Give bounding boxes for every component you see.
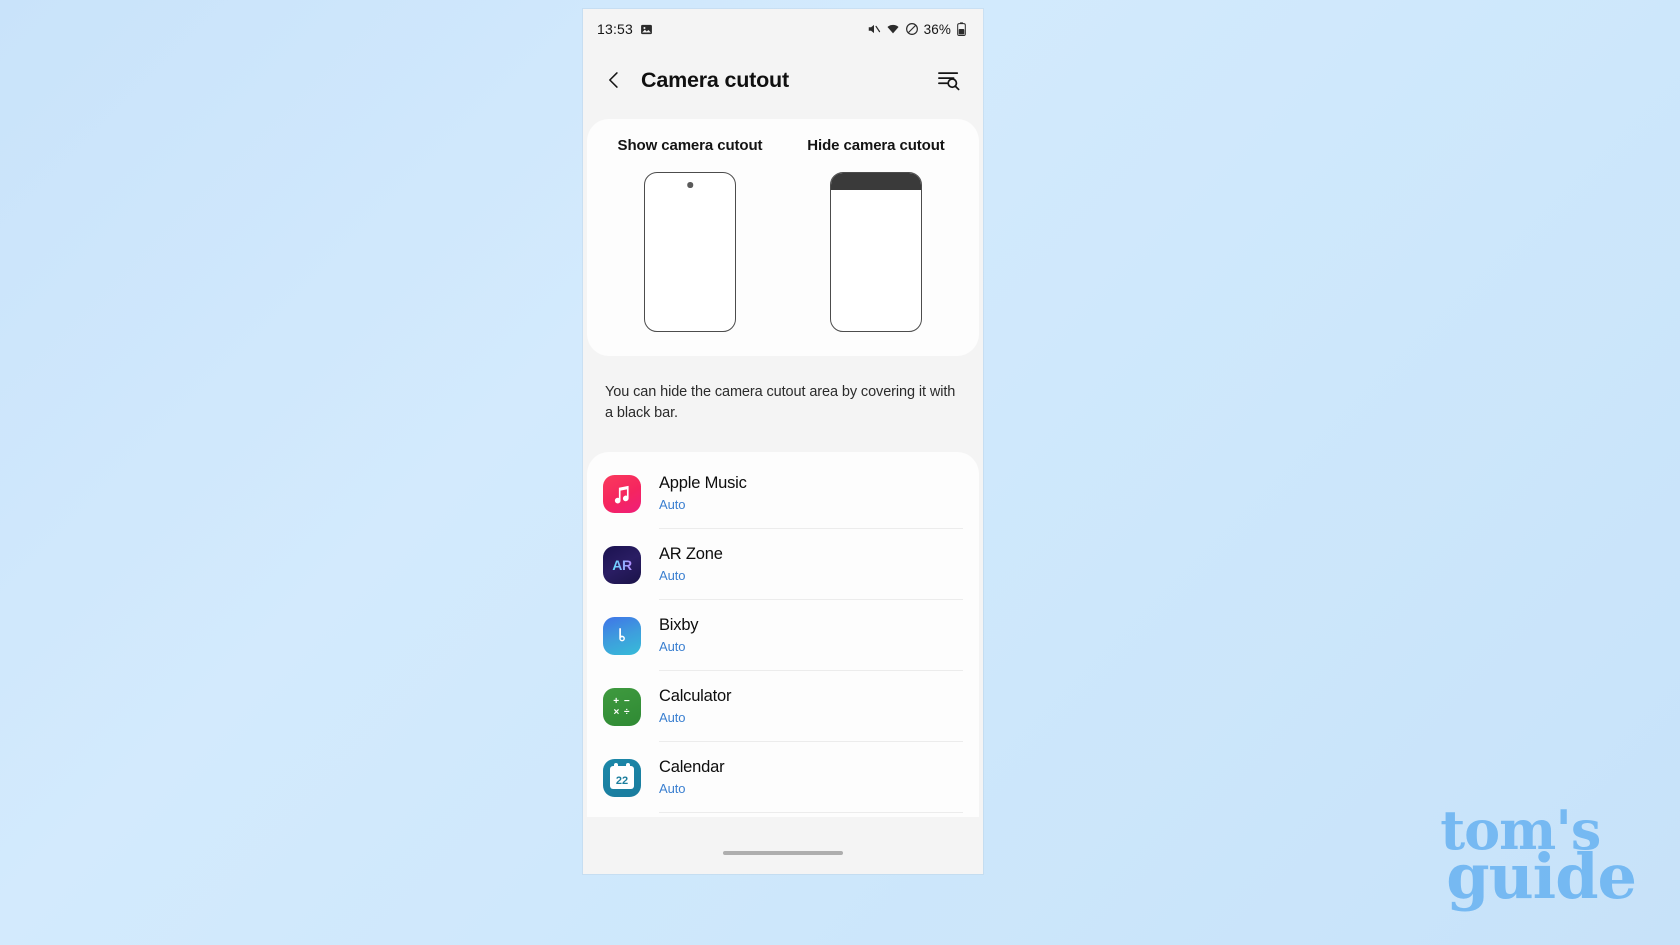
app-name: Calculator: [659, 686, 732, 705]
battery-percent-label: 36%: [923, 21, 951, 37]
app-state: Auto: [659, 639, 686, 655]
status-bar: 13:53 36%: [583, 9, 983, 49]
list-item[interactable]: AR AR Zone Auto: [587, 529, 979, 601]
calendar-icon: 22: [603, 758, 641, 797]
ar-zone-icon: AR: [603, 545, 641, 584]
ar-zone-badge-label: AR: [612, 556, 632, 573]
back-button[interactable]: [597, 63, 631, 97]
app-state: Auto: [659, 497, 686, 513]
status-bar-right: 36%: [867, 22, 967, 37]
speaker-mute-icon: [867, 22, 881, 36]
list-item-text: AR Zone Auto: [659, 529, 963, 601]
calculator-icon: + − × ÷: [603, 687, 641, 726]
camera-cutout-dot-icon: [687, 182, 693, 188]
list-item-text: Bixby Auto: [659, 600, 963, 672]
search-list-icon: [937, 69, 961, 91]
phone-screenshot: 13:53 36% Camera cutout Show camera cuto…: [583, 9, 983, 874]
status-bar-left: 13:53: [597, 21, 653, 37]
calculator-symbols-top: + −: [613, 695, 631, 707]
watermark-line-2: guide: [1446, 840, 1637, 914]
list-item[interactable]: Bixby Auto: [587, 600, 979, 672]
list-item-text: Apple Music Auto: [659, 458, 963, 530]
apple-music-icon: [603, 474, 641, 513]
app-name: AR Zone: [659, 544, 723, 563]
black-bar-overlay: [831, 173, 921, 190]
phone-illustration-hide: [830, 172, 922, 332]
calendar-page: 22: [610, 763, 634, 790]
description-text: You can hide the camera cutout area by c…: [605, 384, 956, 422]
option-hide-label: Hide camera cutout: [807, 137, 945, 154]
list-item-text: Calculator Auto: [659, 671, 963, 743]
list-item[interactable]: + − × ÷ Calculator Auto: [587, 671, 979, 743]
gesture-pill-handle[interactable]: [723, 851, 843, 855]
list-item-text: Calendar Auto: [659, 742, 963, 814]
app-list: Apple Music Auto AR AR Zone Auto Bixby A…: [587, 452, 979, 818]
page-title: Camera cutout: [641, 67, 789, 92]
calculator-symbols: + − × ÷: [613, 696, 630, 718]
app-state: Auto: [659, 568, 686, 584]
status-bar-clock: 13:53: [597, 21, 634, 37]
app-bar: Camera cutout: [583, 49, 983, 111]
option-show-label: Show camera cutout: [617, 137, 763, 154]
app-state: Auto: [659, 781, 686, 797]
navigation-bar: [583, 832, 983, 874]
app-name: Apple Music: [659, 473, 747, 492]
do-not-disturb-icon: [905, 22, 919, 36]
option-hide-camera-cutout[interactable]: Hide camera cutout: [783, 137, 969, 332]
option-show-camera-cutout[interactable]: Show camera cutout: [597, 137, 783, 332]
image-icon: [640, 23, 653, 36]
app-state: Auto: [659, 710, 686, 726]
phone-illustration-show: [644, 172, 736, 332]
search-button[interactable]: [931, 62, 967, 98]
back-chevron-icon: [604, 70, 624, 90]
toms-guide-watermark: tom's guide: [1440, 803, 1637, 914]
list-item[interactable]: 22 Calendar Auto: [587, 742, 979, 814]
wifi-icon: [886, 22, 900, 36]
calculator-symbols-bottom: × ÷: [613, 706, 631, 718]
app-name: Bixby: [659, 615, 699, 634]
bixby-icon: [603, 616, 641, 655]
app-name: Calendar: [659, 757, 725, 776]
camera-cutout-preview-card: Show camera cutout Hide camera cutout: [587, 119, 979, 356]
calendar-day-label: 22: [615, 775, 629, 788]
battery-icon: [956, 22, 967, 36]
list-item[interactable]: Apple Music Auto: [587, 458, 979, 530]
